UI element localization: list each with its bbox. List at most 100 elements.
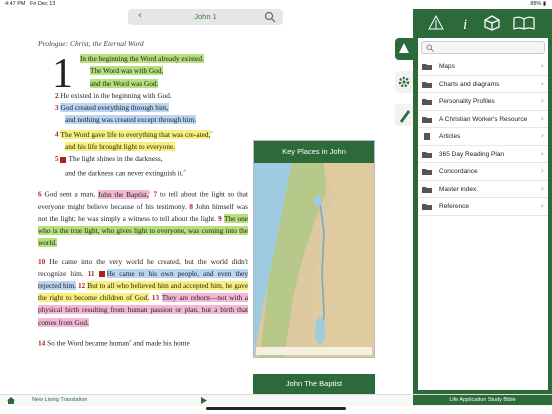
cube-icon[interactable]: [483, 15, 501, 31]
footnote-marker[interactable]: c: [149, 189, 151, 194]
chapter-title[interactable]: John 1: [128, 12, 283, 21]
verse-2[interactable]: He existed in the beginning with God.: [60, 91, 171, 100]
chevron-right-icon: ›: [540, 113, 544, 123]
verse-4a[interactable]: The Word gave life to everything that wa…: [60, 129, 211, 139]
verse-1b[interactable]: The Word was with God,: [90, 66, 164, 76]
verse-number: 10: [38, 256, 50, 266]
scripture-text: Prologue: Christ, the Eternal Word 1 In …: [38, 38, 249, 350]
chapter-navbar: ‹ John 1: [128, 9, 283, 25]
footnote-marker[interactable]: b: [184, 168, 186, 173]
gear-icon: [398, 76, 410, 88]
pencil-icon: [400, 110, 410, 123]
verse-block-2-5[interactable]: 2 He existed in the beginning with God. …: [55, 90, 248, 180]
verse-3b[interactable]: and nothing was created except through h…: [65, 115, 197, 125]
key-places-map-card[interactable]: Key Places in John: [253, 140, 375, 358]
verse-14a[interactable]: So the Word became human: [47, 338, 129, 347]
home-indicator[interactable]: [206, 407, 346, 410]
verse-1c[interactable]: and the Word was God.: [90, 78, 159, 88]
notes-tab[interactable]: [395, 104, 413, 126]
map-card-title: Key Places in John: [254, 141, 374, 163]
paragraph-10-13[interactable]: 10 He came into the very world he create…: [38, 256, 249, 329]
status-bar: 4:47 PM Fri Dec 13 88% ▮: [0, 0, 552, 9]
verse-number: 12: [78, 280, 88, 290]
verse-number: 13: [151, 293, 162, 303]
chapter-drop-cap: 1: [52, 51, 73, 97]
verse-6a[interactable]: God sent a man,: [45, 190, 95, 199]
verse-6-highlight[interactable]: John the Baptist,: [97, 189, 149, 199]
footnote-marker[interactable]: d: [129, 338, 131, 343]
folder-icon: [422, 151, 432, 158]
home-icon[interactable]: [7, 397, 15, 404]
verse-number: 11: [87, 268, 99, 278]
study-bible-label[interactable]: Life Application Study Bible: [413, 395, 552, 405]
resource-item[interactable]: Maps ›: [418, 58, 548, 76]
chevron-right-icon: ›: [540, 183, 544, 193]
document-icon: [424, 133, 430, 140]
john-the-baptist-card[interactable]: John The Baptist: [253, 374, 375, 394]
note-icon[interactable]: [60, 156, 67, 163]
section-heading: Prologue: Christ, the Eternal Word: [38, 39, 144, 48]
resource-item-label: Personality Profiles: [439, 98, 495, 105]
search-icon: [426, 44, 434, 52]
verse-5b[interactable]: and the darkness can never extinguish it…: [65, 169, 184, 178]
chevron-right-icon: ›: [540, 148, 544, 158]
folder-icon: [422, 99, 432, 105]
resource-item-label: Maps: [439, 63, 455, 70]
search-icon[interactable]: [264, 11, 276, 23]
info-icon[interactable]: i: [457, 15, 475, 31]
play-icon[interactable]: [201, 397, 207, 404]
chevron-right-icon: ›: [540, 131, 544, 140]
tree-tab[interactable]: [395, 38, 413, 60]
folder-icon: [422, 116, 432, 123]
status-date: Fri Dec 13: [30, 1, 56, 7]
chevron-right-icon: ›: [540, 201, 544, 210]
tree-icon[interactable]: [427, 15, 445, 31]
paragraph-14[interactable]: 14 So the Word became humand and made hi…: [38, 335, 248, 350]
resource-item[interactable]: Personality Profiles ›: [418, 93, 548, 111]
note-icon[interactable]: [98, 271, 105, 278]
chevron-right-icon: ›: [540, 61, 544, 70]
resource-item-label: A Christian Worker's Resource: [439, 115, 528, 123]
status-time: 4:47 PM: [5, 1, 26, 7]
settings-tab[interactable]: [395, 71, 413, 93]
folder-icon: [422, 64, 432, 70]
resource-list: Maps › Charts and diagrams › Personality Pro…: [418, 38, 548, 390]
verse-5a[interactable]: The light shines in the darkness,: [68, 154, 162, 163]
folder-icon: [422, 204, 432, 210]
verse-14b[interactable]: and made his home: [133, 338, 190, 347]
verse-4b[interactable]: and his life brought light to everyone.: [65, 142, 176, 152]
resource-item-label: 365 Day Reading Plan: [439, 150, 505, 158]
resource-item-label: Concordance: [439, 168, 478, 175]
resource-item[interactable]: Articles ›: [418, 128, 548, 146]
resource-item[interactable]: Charts and diagrams ›: [418, 76, 548, 93]
folder-icon: [422, 81, 432, 88]
svg-text:i: i: [463, 17, 467, 31]
footnote-marker[interactable]: a: [210, 129, 212, 134]
verse-block-1[interactable]: In the beginning the Word already existe…: [80, 53, 248, 90]
resource-item-label: Articles: [439, 133, 461, 140]
resource-item-label: Master index: [439, 185, 477, 193]
bottom-bar: New Living Translation Life Application …: [0, 394, 552, 406]
battery-percent: 88%: [530, 1, 542, 7]
map-image[interactable]: [254, 163, 374, 357]
chevron-right-icon: ›: [540, 166, 544, 175]
verse-3a[interactable]: God created everything through him,: [60, 103, 169, 113]
chevron-right-icon: ›: [540, 78, 544, 88]
resource-item[interactable]: Concordance ›: [418, 163, 548, 181]
book-icon[interactable]: [513, 15, 535, 31]
verse-1a[interactable]: In the beginning the Word already existe…: [80, 54, 204, 64]
battery-indicator: 88% ▮: [530, 1, 546, 7]
resource-item[interactable]: A Christian Worker's Resource ›: [418, 111, 548, 128]
folder-icon: [422, 169, 432, 175]
verse-number: 14: [38, 338, 48, 348]
resource-item[interactable]: Master index ›: [418, 181, 548, 198]
resource-search-input[interactable]: [421, 41, 545, 54]
resource-item[interactable]: 365 Day Reading Plan ›: [418, 146, 548, 163]
translation-selector[interactable]: New Living Translation: [32, 397, 87, 403]
tree-icon: [399, 43, 409, 53]
resource-item[interactable]: Reference ›: [418, 198, 548, 216]
panel-toolbar: i: [413, 9, 552, 37]
side-tabs: [395, 38, 413, 128]
resource-item-label: Reference: [439, 203, 469, 210]
paragraph-6-9[interactable]: 6 God sent a man, John the Baptist,c 7 t…: [38, 186, 248, 249]
